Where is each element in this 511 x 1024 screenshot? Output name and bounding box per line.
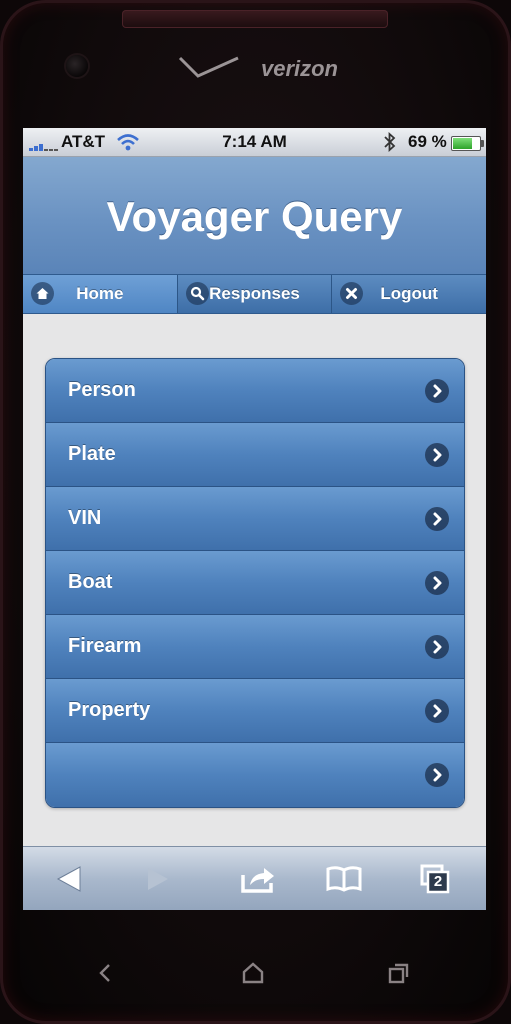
tabs-count: 2 — [433, 873, 443, 890]
list-item-firearm[interactable]: Firearm — [46, 615, 464, 679]
list-item-blank[interactable] — [46, 743, 464, 807]
list-item-label: Firearm — [68, 635, 142, 657]
list-item-label: Plate — [68, 443, 116, 465]
forward-button[interactable] — [136, 861, 176, 897]
recents-icon — [388, 963, 409, 984]
battery-icon — [451, 136, 484, 151]
back-button[interactable] — [50, 861, 90, 897]
share-button[interactable] — [238, 861, 278, 897]
earpiece-speaker — [122, 10, 388, 28]
list-item-label: Property — [68, 699, 151, 721]
page-title: Voyager Query — [106, 193, 403, 240]
close-icon — [340, 282, 364, 305]
chevron-right-icon — [425, 635, 449, 659]
phone-frame: verizon AT&T 7:14 AM 69 % Voyager Query … — [0, 0, 511, 1024]
back-chevron-icon — [99, 964, 110, 982]
nav-responses-button[interactable]: Responses — [178, 275, 333, 313]
back-arrow-icon — [56, 866, 81, 892]
search-icon — [185, 282, 209, 305]
chevron-right-icon — [425, 763, 449, 787]
bluetooth-icon — [384, 132, 396, 152]
browser-toolbar: 2 — [23, 846, 486, 910]
list-item-label: Boat — [68, 571, 113, 593]
chevron-right-icon — [425, 699, 449, 723]
android-back-button[interactable] — [90, 958, 120, 988]
nav-home-button[interactable]: Home — [23, 275, 178, 313]
list-item-label: Person — [68, 379, 136, 401]
list-item-property[interactable]: Property — [46, 679, 464, 743]
list-item-vin[interactable]: VIN — [46, 487, 464, 551]
nav-home-label: Home — [76, 284, 124, 303]
home-icon — [31, 282, 54, 305]
nav-responses-label: Responses — [209, 284, 300, 303]
query-list: Person Plate VIN Boat Firearm Property — [45, 358, 465, 808]
android-recents-button[interactable] — [384, 958, 414, 988]
screen: AT&T 7:14 AM 69 % Voyager Query Home Res… — [23, 128, 486, 910]
list-item-label: VIN — [68, 507, 102, 529]
chevron-right-icon — [425, 443, 449, 467]
battery-percent: 69 % — [408, 132, 447, 151]
chevron-right-icon — [425, 507, 449, 531]
bookmarks-button[interactable] — [324, 861, 364, 897]
carrier-brand-logo: verizon — [260, 56, 338, 81]
share-icon — [241, 868, 274, 893]
chevron-right-icon — [425, 379, 449, 403]
tabs-button[interactable]: 2 — [417, 861, 457, 897]
nav-logout-button[interactable]: Logout — [332, 275, 486, 313]
page-header: Voyager Query — [23, 157, 486, 274]
nav-logout-label: Logout — [380, 284, 438, 303]
front-camera — [66, 55, 88, 77]
nav-bar: Home Responses Logout — [23, 274, 486, 314]
home-outline-icon — [242, 962, 264, 984]
chevron-right-icon — [425, 571, 449, 595]
book-icon — [326, 866, 362, 892]
forward-arrow-icon — [148, 868, 168, 890]
list-item-person[interactable]: Person — [46, 359, 464, 423]
android-home-button[interactable] — [238, 958, 268, 988]
list-item-boat[interactable]: Boat — [46, 551, 464, 615]
status-bar: AT&T 7:14 AM 69 % — [23, 128, 486, 157]
list-item-plate[interactable]: Plate — [46, 423, 464, 487]
